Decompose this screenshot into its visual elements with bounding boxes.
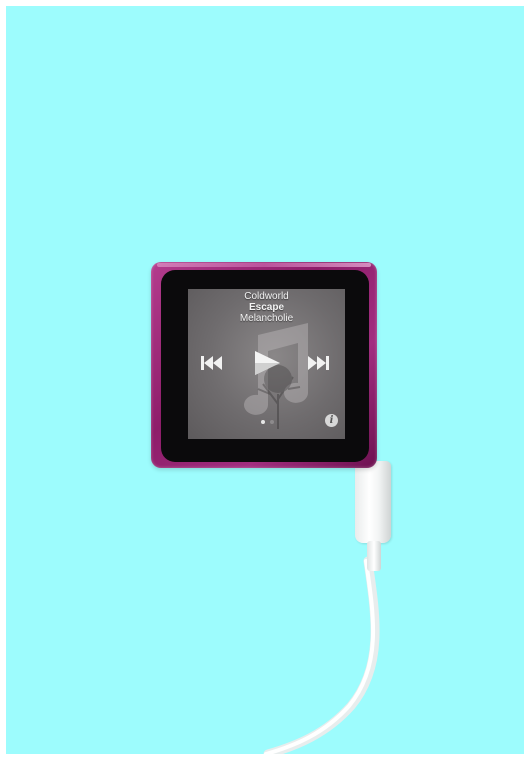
next-track-button[interactable] bbox=[305, 352, 331, 374]
album-name: Melancholie bbox=[239, 313, 294, 324]
headphone-plug bbox=[355, 461, 391, 543]
page-indicator[interactable] bbox=[256, 419, 278, 425]
music-player-device: Coldworld Escape Melancholie i bbox=[151, 262, 377, 468]
page-dot-1[interactable] bbox=[260, 420, 265, 424]
photo-background: Coldworld Escape Melancholie i bbox=[6, 6, 524, 754]
previous-track-icon bbox=[201, 356, 222, 370]
track-info: Coldworld Escape Melancholie bbox=[188, 291, 345, 324]
headphone-plug-neck bbox=[367, 541, 381, 571]
info-button[interactable]: i bbox=[325, 414, 338, 427]
track-title: Escape bbox=[248, 302, 285, 313]
previous-track-button[interactable] bbox=[199, 352, 225, 374]
artist-name: Coldworld bbox=[244, 291, 289, 302]
device-top-edge bbox=[157, 263, 371, 267]
next-track-icon bbox=[308, 356, 329, 370]
page-dot-2[interactable] bbox=[269, 420, 274, 424]
now-playing-screen: Coldworld Escape Melancholie i bbox=[188, 289, 345, 439]
play-icon bbox=[255, 351, 280, 375]
play-button[interactable] bbox=[249, 348, 285, 378]
